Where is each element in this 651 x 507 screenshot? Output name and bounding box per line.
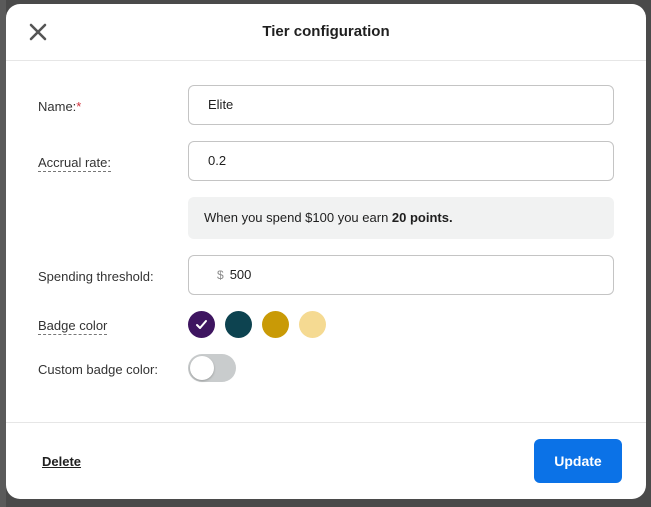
- checkmark-icon: [196, 320, 207, 329]
- name-input[interactable]: Elite: [188, 85, 614, 125]
- accrual-rate-label-text: Accrual rate:: [38, 155, 111, 172]
- badge-color-label-text: Badge color: [38, 318, 108, 335]
- badge-color-swatch[interactable]: [188, 311, 215, 338]
- toggle-knob: [190, 356, 214, 380]
- badge-color-swatch[interactable]: [299, 311, 326, 338]
- points-info-bold: 20 points.: [391, 210, 453, 225]
- spending-threshold-label: Spending threshold:: [38, 269, 154, 284]
- dialog-header: Tier configuration: [6, 4, 646, 61]
- accrual-rate-input[interactable]: 0.2: [188, 141, 614, 181]
- badge-color-swatch[interactable]: [262, 311, 289, 338]
- delete-button[interactable]: Delete: [42, 454, 81, 469]
- badge-color-label: Badge color: [38, 318, 108, 335]
- badge-color-swatch[interactable]: [225, 311, 252, 338]
- update-button[interactable]: Update: [534, 439, 622, 483]
- currency-prefix: $: [217, 268, 224, 282]
- custom-badge-color-label: Custom badge color:: [38, 362, 158, 377]
- name-label-text: Name:: [38, 99, 77, 114]
- spending-threshold-value: 500: [229, 267, 252, 282]
- points-info-box: When you spend $100 you earn 20 points.: [188, 197, 614, 239]
- name-input-value: Elite: [208, 97, 234, 112]
- spending-threshold-input[interactable]: $500: [188, 255, 614, 295]
- required-indicator: *: [76, 99, 82, 114]
- dialog-title: Tier configuration: [262, 23, 390, 40]
- tier-configuration-dialog: Tier configuration Name:* Elite Accrual …: [6, 4, 646, 499]
- accrual-rate-value: 0.2: [208, 153, 227, 168]
- points-info-text: When you spend $100 you earn: [204, 210, 392, 225]
- custom-badge-color-toggle[interactable]: [188, 354, 236, 382]
- name-label: Name:*: [38, 99, 81, 114]
- accrual-rate-label: Accrual rate:: [38, 155, 111, 172]
